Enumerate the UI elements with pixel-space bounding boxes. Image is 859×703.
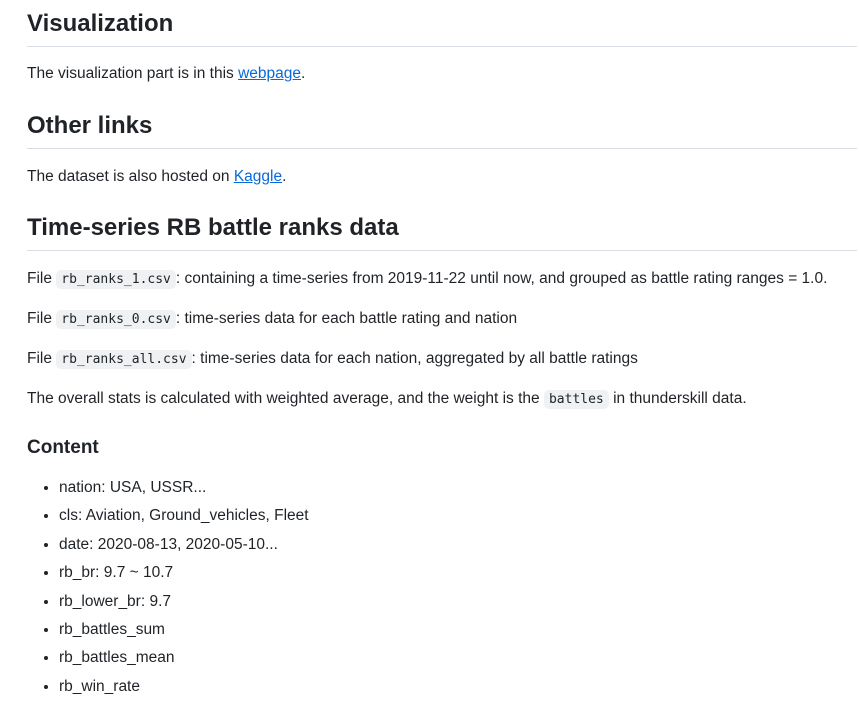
list-item: rb_win_rate (59, 675, 309, 699)
other-links-heading: Other links (27, 110, 857, 149)
visualization-text-end: . (301, 65, 306, 82)
file-desc: : containing a time-series from 2019-11-… (175, 270, 828, 287)
visualization-section: Visualization (27, 8, 857, 47)
file-name-code: rb_ranks_1.csv (56, 270, 176, 289)
list-item: rb_battles_sum (59, 618, 309, 642)
list-item: rb_lower_br: 9.7 (59, 590, 309, 614)
file-description-2: File rb_ranks_0.csv: time-series data fo… (27, 307, 517, 332)
visualization-heading: Visualization (27, 8, 857, 47)
visualization-paragraph: The visualization part is in this webpag… (27, 62, 305, 86)
file-prefix: File (27, 270, 57, 287)
file-desc: : time-series data for each nation, aggr… (191, 350, 638, 367)
list-item: cls: Aviation, Ground_vehicles, Fleet (59, 504, 309, 528)
overall-stats-paragraph: The overall stats is calculated with wei… (27, 387, 747, 412)
list-item: nation: USA, USSR... (59, 476, 309, 500)
overall-text-end: in thunderskill data. (608, 390, 747, 407)
file-prefix: File (27, 310, 57, 327)
kaggle-link[interactable]: Kaggle (234, 168, 282, 185)
overall-text: The overall stats is calculated with wei… (27, 390, 544, 407)
webpage-link[interactable]: webpage (238, 65, 301, 82)
other-links-paragraph: The dataset is also hosted on Kaggle. (27, 165, 286, 189)
visualization-text: The visualization part is in this (27, 65, 239, 82)
file-name-code: rb_ranks_0.csv (56, 310, 176, 329)
list-item: rb_battles_mean (59, 646, 309, 670)
file-description-3: File rb_ranks_all.csv: time-series data … (27, 347, 638, 372)
file-description-1: File rb_ranks_1.csv: containing a time-s… (27, 267, 827, 292)
other-links-text-end: . (282, 168, 287, 185)
rb-ranks-heading: Time-series RB battle ranks data (27, 212, 857, 251)
content-list: nation: USA, USSR... cls: Aviation, Grou… (27, 476, 309, 703)
file-desc: : time-series data for each battle ratin… (175, 310, 518, 327)
file-name-code: rb_ranks_all.csv (56, 350, 192, 369)
other-links-section: Other links (27, 110, 857, 149)
list-item: date: 2020-08-13, 2020-05-10... (59, 533, 309, 557)
battles-code: battles (543, 390, 609, 409)
rb-ranks-section: Time-series RB battle ranks data (27, 212, 857, 251)
content-section: Content (27, 435, 99, 461)
other-links-text: The dataset is also hosted on (27, 168, 234, 185)
list-item: rb_br: 9.7 ~ 10.7 (59, 561, 309, 585)
file-prefix: File (27, 350, 57, 367)
content-heading: Content (27, 437, 99, 458)
